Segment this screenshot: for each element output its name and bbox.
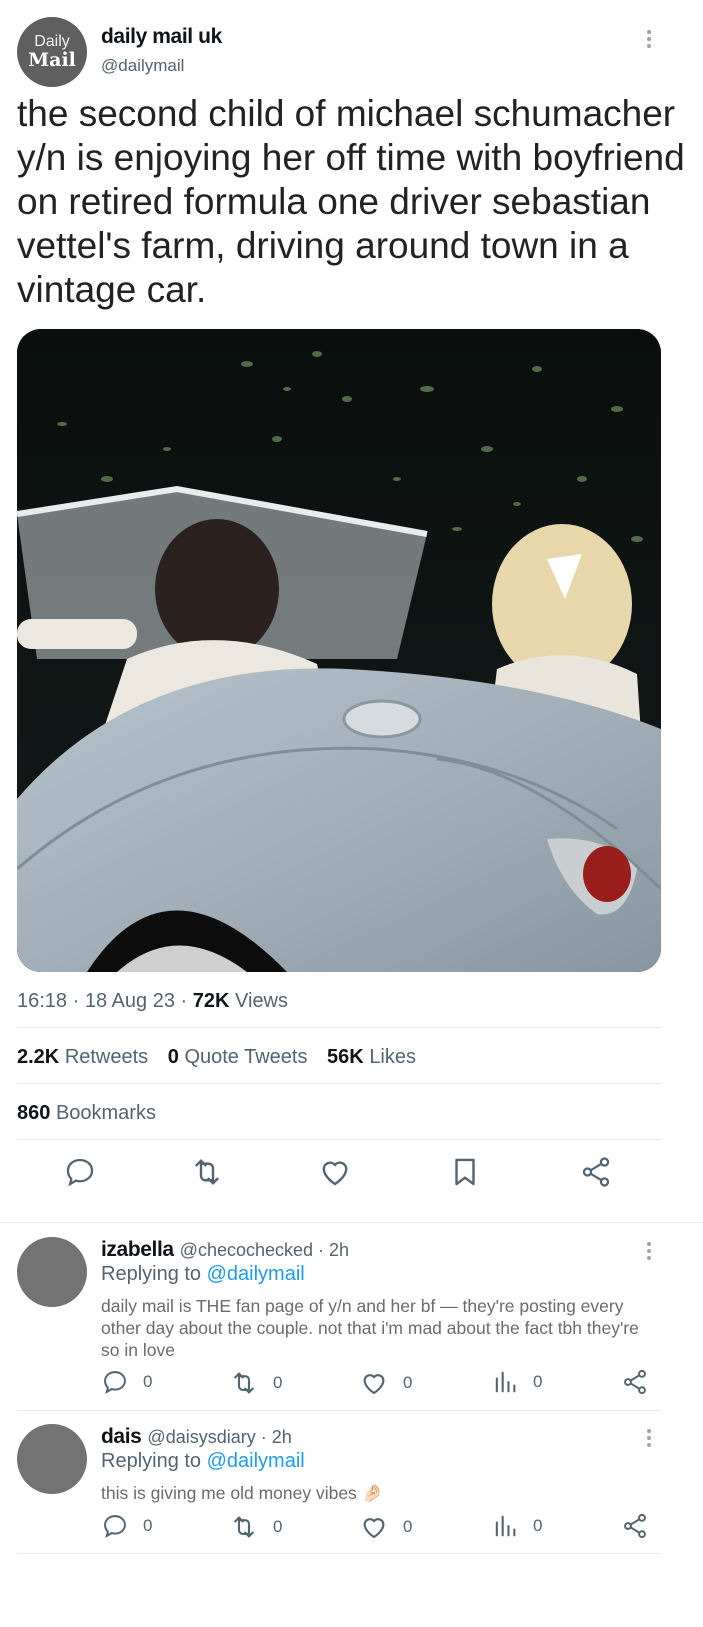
- views-count: 0: [533, 1372, 543, 1391]
- more-options-icon[interactable]: [646, 1429, 652, 1450]
- share-icon: [624, 1369, 646, 1395]
- bookmark-icon[interactable]: [445, 1152, 485, 1192]
- views-label: Views: [235, 990, 289, 1012]
- reply-header: dais @daisysdiary · 2h: [101, 1425, 292, 1449]
- tweet-time: 16:18: [17, 990, 68, 1012]
- reply-retweet-button[interactable]: 0: [229, 1368, 282, 1398]
- like-count: 0: [403, 1373, 413, 1392]
- retweet-icon: [234, 1516, 254, 1538]
- meta-separator: ·: [180, 990, 188, 1012]
- author-handle[interactable]: @dailymail: [101, 56, 184, 76]
- tweet-date: 18 Aug 23: [84, 990, 175, 1012]
- logo-mail-text: Mail: [28, 49, 76, 71]
- views-count: 72K: [192, 990, 230, 1012]
- reply-reply-button[interactable]: 0: [101, 1368, 152, 1396]
- reply-like-button[interactable]: 0: [359, 1512, 412, 1542]
- reply-share-button[interactable]: [621, 1512, 649, 1540]
- stats-row: 2.2K Retweets 0 Quote Tweets 56K Likes: [17, 1046, 416, 1069]
- more-options-icon[interactable]: [646, 1242, 652, 1263]
- like-icon[interactable]: [315, 1152, 355, 1192]
- reply-icon: [104, 1515, 126, 1538]
- views-count: 0: [533, 1516, 543, 1535]
- reply-count: 0: [143, 1516, 153, 1535]
- replying-label: Replying to: [101, 1450, 202, 1472]
- reply-author-handle[interactable]: @checochecked · 2h: [180, 1240, 349, 1260]
- reply-icon: [104, 1371, 126, 1394]
- quotes-stat[interactable]: 0 Quote Tweets: [168, 1046, 308, 1068]
- reply-author-handle[interactable]: @daisysdiary · 2h: [147, 1427, 291, 1447]
- reply-like-button[interactable]: 0: [359, 1368, 412, 1398]
- reply-views-button[interactable]: 0: [491, 1512, 542, 1540]
- reply-retweet-button[interactable]: 0: [229, 1512, 282, 1542]
- retweet-icon: [234, 1372, 254, 1394]
- reply-actions: 0 0 0 0: [101, 1512, 661, 1544]
- share-icon[interactable]: [576, 1152, 616, 1192]
- like-icon: [363, 1374, 385, 1395]
- reply-text: daily mail is THE fan page of y/n and he…: [101, 1296, 639, 1360]
- retweets-stat[interactable]: 2.2K Retweets: [17, 1046, 148, 1068]
- reply-share-button[interactable]: [621, 1368, 649, 1396]
- divider: [17, 1410, 661, 1411]
- meta-separator: ·: [72, 990, 80, 1012]
- replying-label: Replying to: [101, 1263, 202, 1285]
- likes-label: Likes: [369, 1046, 417, 1068]
- tweet-text: the second child of michael schumacher y…: [17, 93, 685, 310]
- quotes-count: 0: [167, 1046, 179, 1068]
- author-avatar[interactable]: Daily Mail: [17, 17, 87, 87]
- reply-author-name[interactable]: dais: [101, 1425, 142, 1448]
- retweets-count: 2.2K: [17, 1046, 60, 1068]
- reply-reply-button[interactable]: 0: [101, 1512, 152, 1540]
- reply-header: izabella @checochecked · 2h: [101, 1238, 349, 1262]
- quotes-label: Quote Tweets: [184, 1046, 308, 1068]
- replying-to: Replying to @dailymail: [101, 1263, 305, 1286]
- bookmarks-count: 860: [17, 1102, 51, 1124]
- divider: [17, 1083, 661, 1084]
- retweet-count: 0: [273, 1373, 283, 1392]
- views-icon: [495, 1515, 516, 1537]
- reply-avatar[interactable]: [17, 1237, 87, 1307]
- share-icon: [624, 1513, 646, 1539]
- likes-stat[interactable]: 56K Likes: [327, 1046, 416, 1068]
- vintage-car-illustration: [17, 329, 661, 972]
- reply-text: this is giving me old money vibes 🤌🏻: [101, 1483, 384, 1503]
- like-count: 0: [403, 1517, 413, 1536]
- reply-avatar[interactable]: [17, 1424, 87, 1494]
- retweet-count: 0: [273, 1517, 283, 1536]
- replying-to: Replying to @dailymail: [101, 1450, 305, 1473]
- author-name[interactable]: daily mail uk: [101, 25, 222, 49]
- divider: [17, 1553, 661, 1554]
- divider: [0, 1222, 703, 1223]
- reply-actions: 0 0 0 0: [101, 1368, 661, 1400]
- reply-count: 0: [143, 1372, 153, 1391]
- views-icon: [495, 1371, 516, 1393]
- replying-to-link[interactable]: @dailymail: [207, 1450, 305, 1472]
- divider: [17, 1139, 661, 1140]
- tweet-photo[interactable]: [17, 329, 661, 972]
- reply-views-button[interactable]: 0: [491, 1368, 542, 1396]
- divider: [17, 1027, 661, 1028]
- retweets-label: Retweets: [64, 1046, 149, 1068]
- retweet-icon[interactable]: [187, 1152, 227, 1192]
- likes-count: 56K: [327, 1046, 364, 1068]
- bookmarks-label: Bookmarks: [55, 1102, 156, 1124]
- like-icon: [363, 1518, 385, 1539]
- logo-daily-text: Daily: [34, 33, 70, 50]
- more-options-icon[interactable]: [646, 30, 652, 51]
- bookmarks-stat[interactable]: 860 Bookmarks: [17, 1102, 156, 1125]
- reply-icon[interactable]: [60, 1152, 100, 1192]
- reply-author-name[interactable]: izabella: [101, 1238, 174, 1261]
- tweet-meta: 16:18 · 18 Aug 23 · 72K Views: [17, 990, 288, 1013]
- replying-to-link[interactable]: @dailymail: [207, 1263, 305, 1285]
